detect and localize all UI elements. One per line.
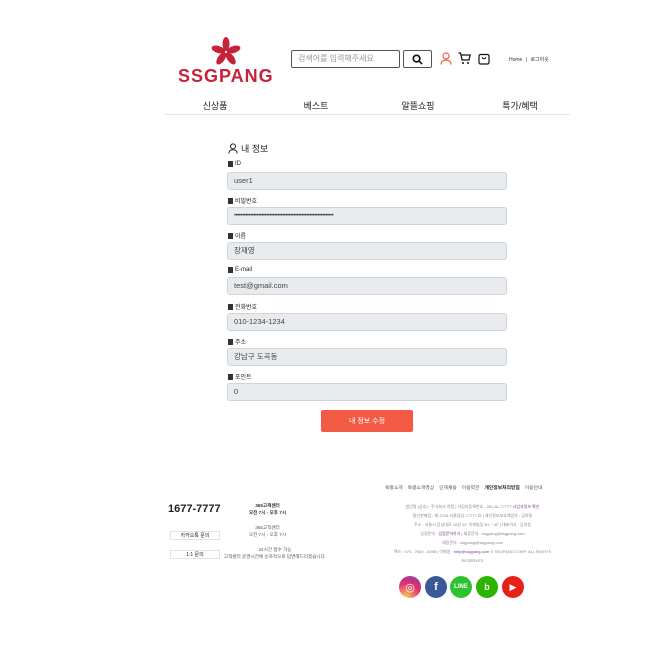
logo-text: SSGPANG [178,66,274,86]
facebook-icon[interactable]: f [425,576,447,598]
point-field[interactable]: 0 [227,383,507,401]
label-text: 전화번호 [235,305,258,311]
nav-special[interactable]: 특가/혜택 [502,99,538,112]
info-line: 입점문의 : [420,531,439,536]
page-title: 내 정보 [228,142,268,155]
search-icon [412,53,423,65]
separator: | [525,57,528,63]
cart-icon[interactable] [458,52,471,65]
footer-link[interactable]: 이용안내 [525,484,543,491]
blog-icon[interactable]: b [476,576,498,598]
business-info-link[interactable]: 사업자정보 확인 [513,504,540,509]
cs3-title: 24시간 접수 가능 [258,547,292,552]
cs1-hours: 오전 7시 - 오후 7시 [248,510,287,515]
logo-flower-icon [211,37,241,65]
footer-link[interactable]: 쓱팡소개영상 [408,484,434,491]
footer-link[interactable]: 인재채용 [439,484,457,491]
label-text: 포인트 [235,375,252,381]
youtube-icon[interactable]: ▶ [502,576,524,598]
user-icon [228,143,238,154]
page-title-text: 내 정보 [241,144,269,154]
footer-link[interactable]: 이용약관 [462,484,480,491]
label-address: 주소 [228,337,246,346]
nav-best[interactable]: 베스트 [304,99,329,112]
footer-link-privacy[interactable]: 개인정보처리방침 [484,484,519,491]
label-id: ID [228,161,241,167]
search-input[interactable]: 검색어를 입력해주세요 [291,50,400,68]
file-icon [228,267,233,273]
label-email: E-mail [228,267,252,273]
label-phone: 전화번호 [228,302,257,311]
info-line: 주소 : 서울시 강남대로 16길 20, 이래빌딩 B1 ~ 4F | 대표이… [414,522,531,527]
store-inquiry-link[interactable]: 입점문의하기 [438,531,460,536]
company-info: 법인명 (상호) : 주식회사 쓱팡 | 사업자등록번호 : 261-81-77… [385,502,560,565]
instagram-icon[interactable]: ◎ [399,576,421,598]
cs2-hours: 오전 7시 - 오후 7시 [248,532,287,537]
id-field[interactable]: user1 [227,172,507,190]
label-name: 이름 [228,231,246,240]
footer-link[interactable]: 쓱팡소개 [385,484,403,491]
name-field[interactable]: 장재영 [227,242,507,260]
file-icon [228,338,233,345]
label-point: 포인트 [228,372,252,381]
label-text: 주소 [235,340,247,346]
label-text: E-mail [235,267,253,273]
logout-link[interactable]: 로그아웃 [530,57,548,63]
file-icon [228,373,233,380]
user-icon[interactable] [440,52,452,65]
update-info-button[interactable]: 내 정보 수정 [321,410,413,432]
label-text: ID [235,161,241,167]
home-link[interactable]: Home [509,57,522,63]
label-text: 이름 [235,234,247,240]
nav-new[interactable]: 신상품 [203,99,228,112]
address-field[interactable]: 강남구 도곡동 [227,348,507,366]
cs3-desc: 고객센터 운영시간에 순차적으로 답변해드리겠습니다. [223,554,327,559]
search-button[interactable] [403,50,432,68]
kakao-inquiry-button[interactable]: 카카오톡 문의 [170,531,220,540]
info-line: | 제휴문의 : ssgpang@ssgpang.com [460,531,525,536]
file-icon [228,161,233,167]
label-password: 비밀번호 [228,196,257,205]
cs2-title: 365고객센터 [255,525,280,530]
file-icon [228,197,233,204]
info-line: 채용문의 : ssgpang@ssgpang.com [441,540,504,545]
file-icon [228,303,233,310]
footer-links: 쓱팡소개 쓱팡소개영상 인재채용 이용약관 개인정보처리방침 이용안내 [385,484,542,491]
top-links: Home | 로그아웃 [509,56,549,63]
line-icon[interactable]: LINE [450,576,472,598]
phone-field[interactable]: 010-1234-1234 [227,313,507,331]
footer-phone: 1677-7777 [168,503,221,515]
label-text: 비밀번호 [235,199,258,205]
info-line: 팩스 : 070 - 7500 - 6098 | 이메일 : [393,549,454,554]
info-line: 법인명 (상호) : 주식회사 쓱팡 | 사업자등록번호 : 261-81-77… [405,504,512,509]
nav-bargain[interactable]: 알뜰쇼핑 [401,99,434,112]
logo[interactable]: SSGPANG [178,36,273,86]
one-to-one-button[interactable]: 1:1 문의 [170,550,220,559]
email-field[interactable]: test@gmail.com [227,277,507,295]
bag-icon[interactable] [478,52,490,65]
password-field[interactable]: ••••••••••••••••••••••••••••••••••••••••… [227,207,507,225]
email-link[interactable]: help@ssgpang.com [454,549,489,554]
info-line: 통신판매업 : 제 2018-서울강남-77777 호 | 개인정보보호책임자 … [412,513,533,518]
cs1-title: 365고객센터 [255,503,280,508]
file-icon [228,232,233,239]
header-divider [165,114,570,115]
